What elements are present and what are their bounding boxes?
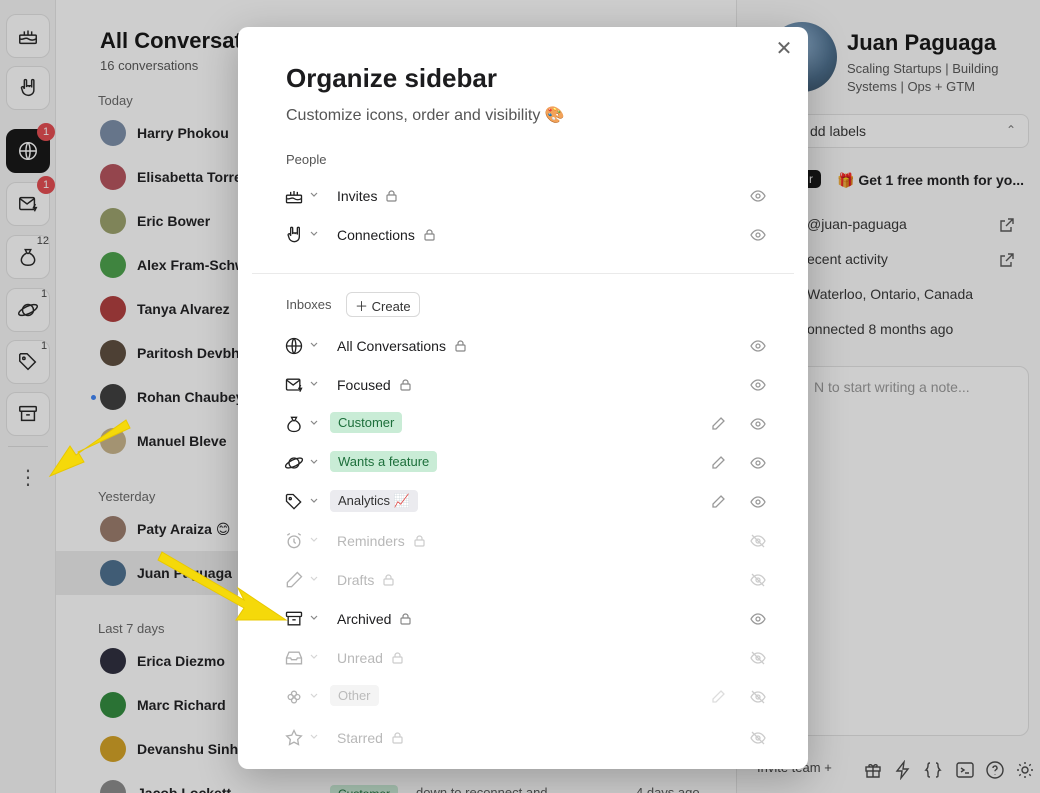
annotation-arrows bbox=[48, 419, 288, 621]
arrow-to-archived-item bbox=[157, 551, 288, 621]
arrow-to-more-button bbox=[48, 419, 131, 478]
